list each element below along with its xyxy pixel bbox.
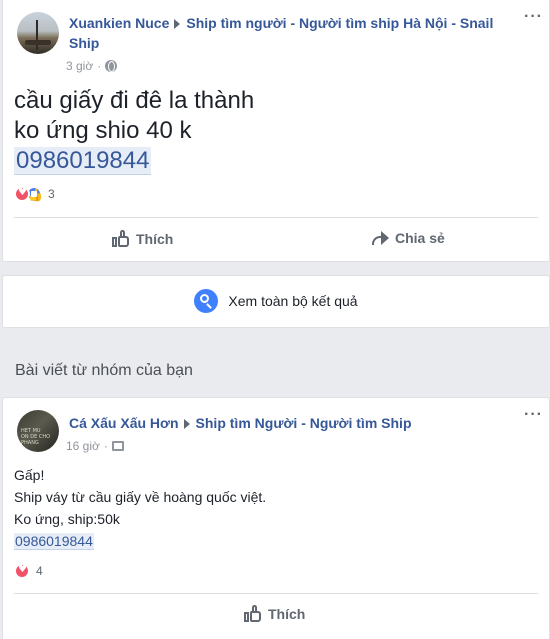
- author-avatar[interactable]: [17, 12, 59, 54]
- post-timestamp[interactable]: 3 giờ: [66, 59, 93, 73]
- post-body: cầu giấy đi đê la thành ko ứng shio 40 k…: [14, 86, 254, 176]
- phone-link[interactable]: 0986019844: [14, 533, 94, 550]
- share-button[interactable]: Chia sẻ: [371, 230, 445, 246]
- caret-right-icon: [183, 419, 190, 429]
- globe-icon: [105, 60, 118, 72]
- reaction-summary[interactable]: 4: [14, 563, 43, 579]
- see-all-label: Xem toàn bộ kết quả: [228, 293, 358, 309]
- post-line: cầu giấy đi đê la thành: [14, 87, 255, 114]
- like-label: Thích: [136, 231, 174, 247]
- reaction-count: 4: [36, 564, 43, 578]
- like-button[interactable]: Thích: [112, 230, 173, 248]
- post-line: Gấp!: [14, 467, 45, 483]
- share-arrow-icon: [371, 231, 389, 245]
- post-line: ko ứng shio 40 k: [14, 117, 192, 144]
- see-all-results-button[interactable]: Xem toàn bộ kết quả: [2, 275, 550, 328]
- post-header: Cá Xấu Xấu Hơn Ship tìm Người - Người tìm…: [69, 413, 509, 433]
- love-reaction-icon: [14, 563, 30, 579]
- divider: [14, 593, 538, 594]
- author-name-link[interactable]: Xuankien Nuce: [69, 15, 169, 31]
- post-line: Ko ứng, ship:50k: [14, 511, 120, 527]
- search-icon: [194, 289, 219, 313]
- divider: [14, 217, 538, 218]
- post-header: Xuankien Nuce Ship tìm người - Người tìm …: [69, 13, 509, 53]
- caret-right-icon: [174, 19, 181, 29]
- phone-link[interactable]: 0986019844: [14, 147, 152, 175]
- group-name-link[interactable]: Ship tìm Người - Người tìm Ship: [196, 415, 412, 431]
- author-name-link[interactable]: Cá Xấu Xấu Hơn: [69, 415, 179, 431]
- more-options-icon[interactable]: ···: [524, 9, 543, 25]
- reaction-count: 3: [48, 187, 55, 201]
- thumbs-up-icon: [244, 605, 262, 623]
- post-body: Gấp! Ship váy từ cầu giấy về hoàng quốc …: [14, 464, 266, 552]
- section-title: Bài viết từ nhóm của bạn: [15, 362, 193, 379]
- post-line: Ship váy từ cầu giấy về hoàng quốc việt.: [14, 489, 267, 505]
- group-icon: [111, 441, 124, 451]
- thumbs-up-icon: [112, 230, 130, 248]
- post-meta: 16 giờ ·: [66, 439, 124, 453]
- reaction-summary[interactable]: 3: [14, 186, 55, 202]
- love-reaction-icon: [14, 186, 30, 202]
- post-meta: 3 giờ ·: [66, 59, 118, 73]
- more-options-icon[interactable]: ···: [524, 407, 543, 423]
- author-avatar[interactable]: HET MU ON DE CHO PHANG: [17, 410, 59, 452]
- like-button[interactable]: Thích: [244, 605, 305, 623]
- post-timestamp[interactable]: 16 giờ: [66, 439, 100, 453]
- share-label: Chia sẻ: [395, 230, 445, 246]
- like-label: Thích: [268, 606, 306, 622]
